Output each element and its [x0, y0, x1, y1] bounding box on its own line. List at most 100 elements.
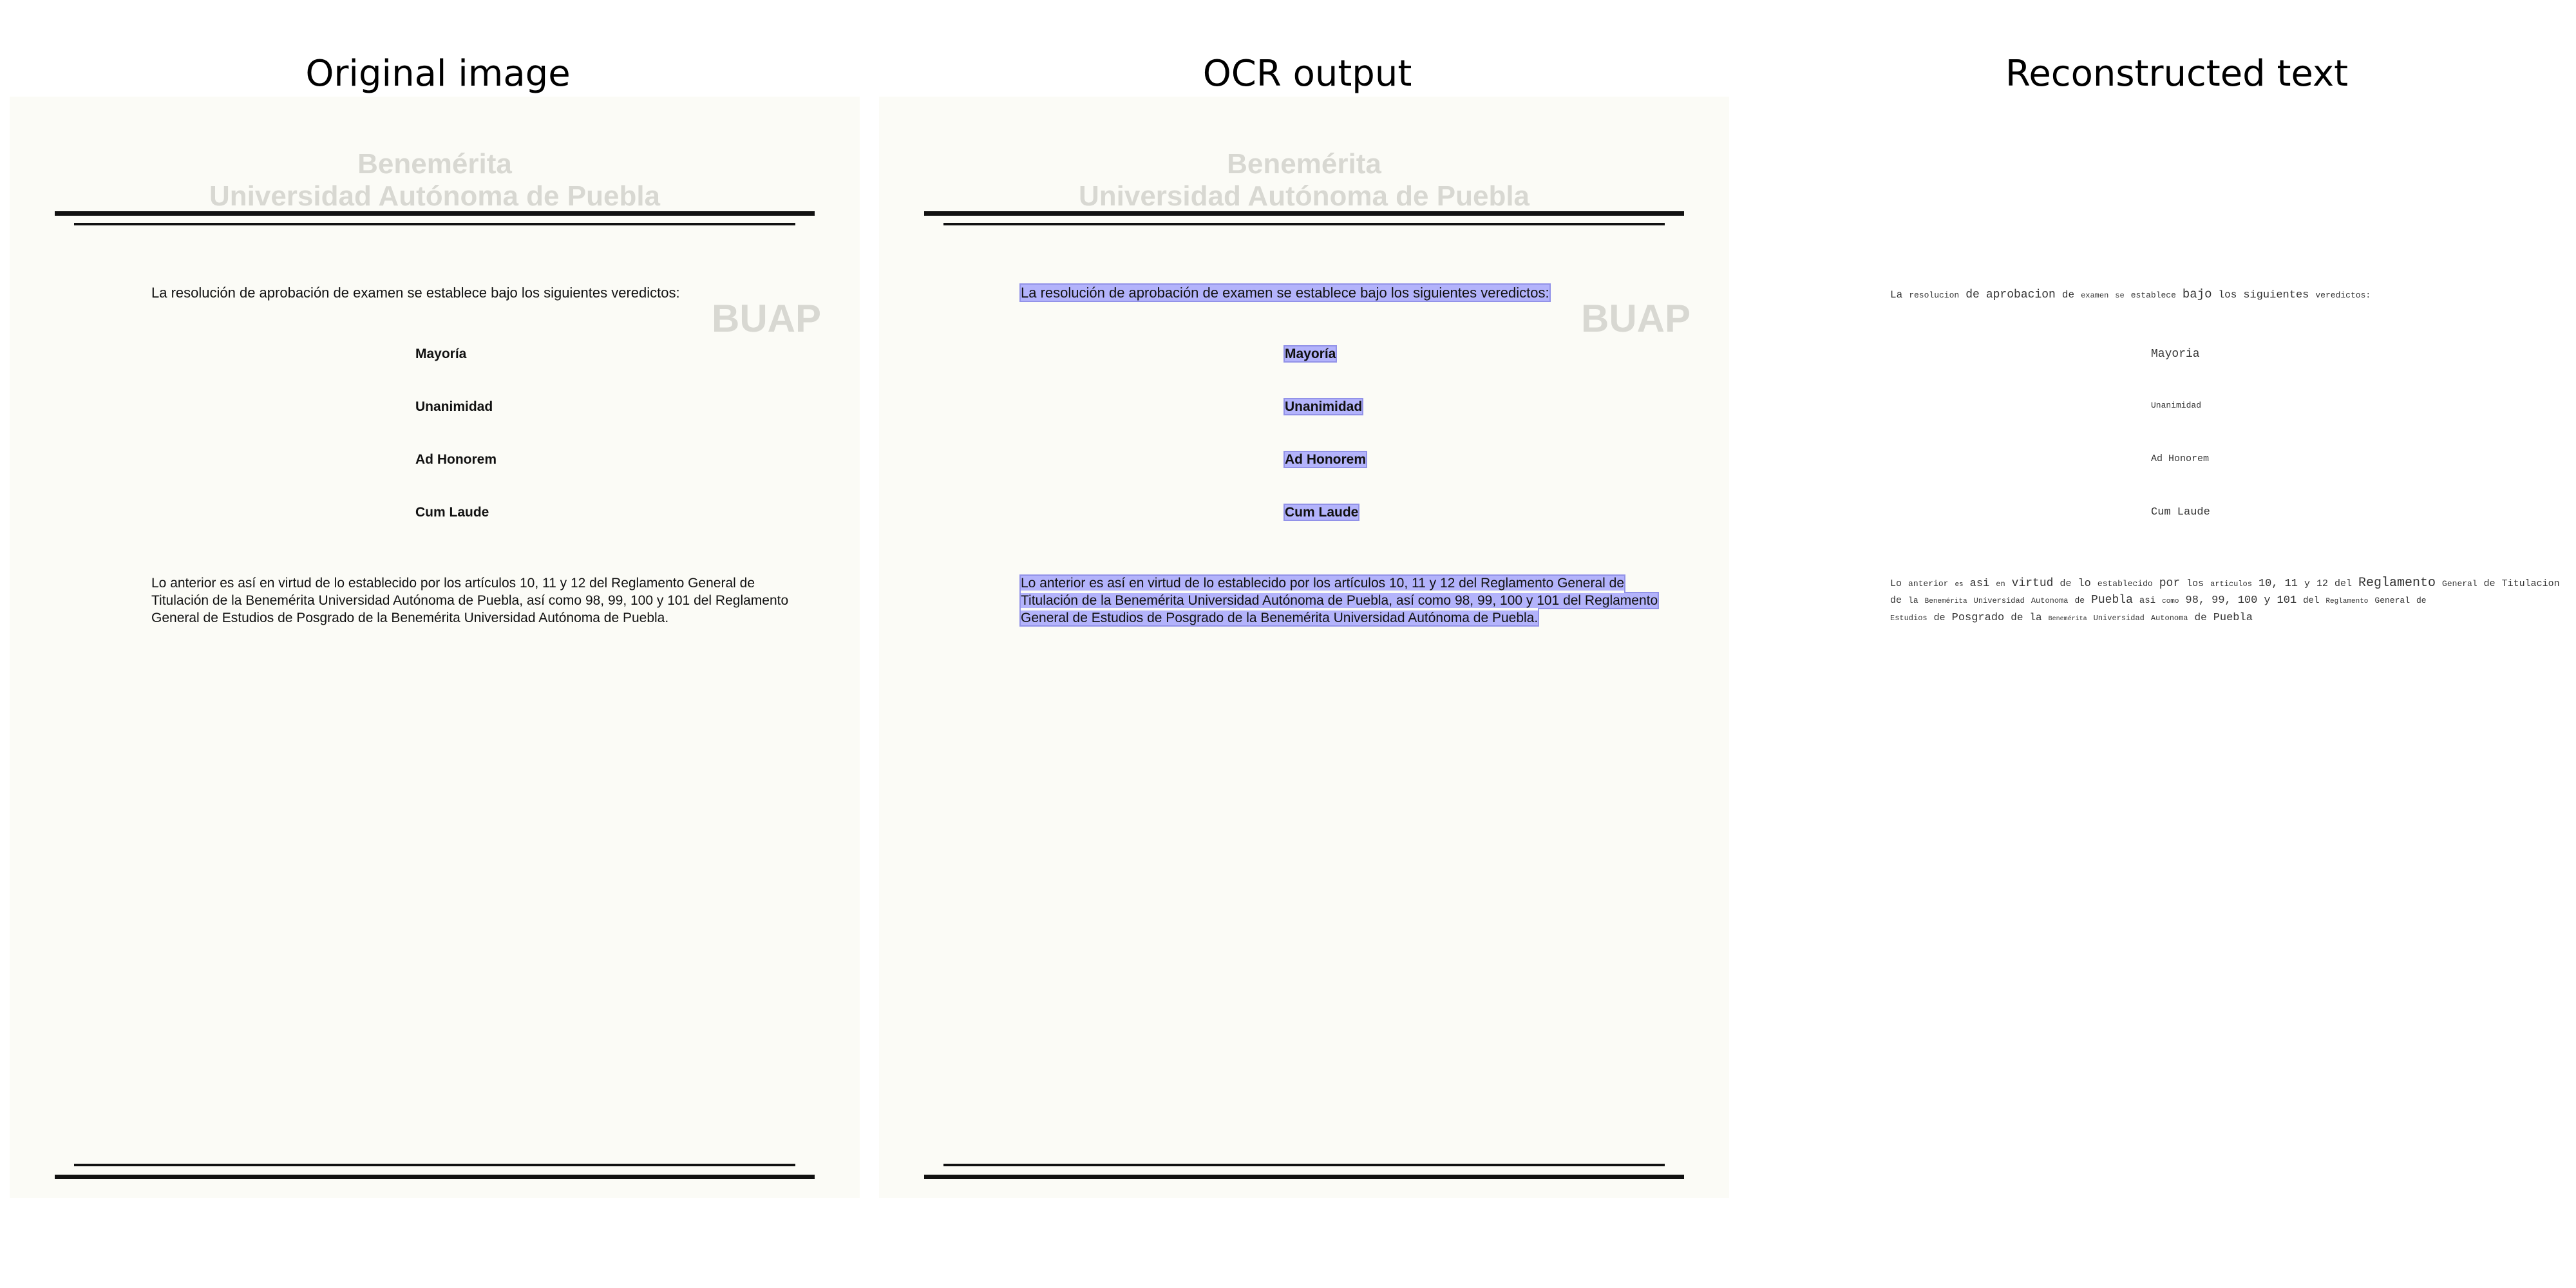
ghost-header-2: Universidad Autónoma de Puebla: [209, 180, 661, 212]
bottom-rule-thin: [943, 1164, 1665, 1166]
recon-word: resolucion: [1909, 290, 1960, 300]
recon-word: 10,: [2258, 578, 2278, 590]
recon-word: los: [2186, 578, 2204, 589]
recon-word: 11: [2284, 578, 2298, 590]
recon-word: Autonoma: [2150, 614, 2188, 623]
recon-word: Benemérita: [1924, 598, 1967, 605]
top-rule-thick: [924, 211, 1684, 216]
recon-verdict-unanimidad: Unanimidad: [2151, 401, 2202, 410]
recon-word: establecido: [2097, 579, 2153, 589]
ocr-output-title: OCR output: [1202, 53, 1412, 95]
recon-word: de: [2074, 596, 2085, 605]
ocr-box-closing: Lo anterior es así en virtud de lo estab…: [1019, 574, 1660, 627]
recon-word: asi: [2139, 596, 2156, 606]
recon-word: Autonoma: [2031, 596, 2069, 605]
recon-word: de: [2011, 612, 2023, 623]
recon-word: 12: [2316, 578, 2328, 589]
top-rule-thin: [74, 223, 795, 225]
ocr-output-panel: Benemérita Universidad Autónoma de Puebl…: [879, 97, 1729, 1198]
recon-word: virtud: [2011, 577, 2054, 590]
recon-word: de: [2060, 578, 2072, 589]
recon-word: de: [1965, 289, 1980, 301]
recon-word: Posgrado: [1951, 612, 2005, 624]
recon-verdict-mayoria: Mayoria: [2151, 348, 2200, 361]
recon-word: Estudios: [1890, 614, 1927, 623]
recon-word: del: [2303, 596, 2320, 606]
recon-word: Titulacion: [2501, 578, 2560, 589]
recon-closing-line-2: de la Benemérita Universidad Autonoma de Puebl…: [1890, 594, 2576, 607]
verdict-cum-laude: Cum Laude: [415, 505, 489, 520]
recon-verdict-ad-honorem: Ad Honorem: [2151, 453, 2210, 464]
recon-word: General: [2374, 596, 2410, 605]
recon-word: 98,: [2185, 594, 2206, 607]
ocr-box-cum-laude: Cum Laude: [1283, 504, 1360, 521]
verdict-unanimidad: Unanimidad: [415, 399, 493, 414]
bottom-rule-thick: [55, 1175, 815, 1179]
recon-word: y: [2304, 578, 2310, 589]
ocr-box-intro: La resolución de aprobación de examen se…: [1019, 283, 1551, 302]
recon-word: aprobacion: [1985, 289, 2056, 301]
ghost-logo: BUAP: [1580, 297, 1690, 340]
recon-word: articulos: [2210, 580, 2252, 589]
top-rule-thin: [943, 223, 1665, 225]
recon-word: Universidad: [1973, 596, 2025, 605]
original-image-panel: Benemérita Universidad Autónoma de Puebl…: [10, 97, 860, 1198]
recon-word: La: [1890, 289, 1903, 301]
recon-closing-line-3: Estudios de Posgrado de la Benemérita Universi…: [1890, 612, 2576, 624]
verdict-ad-honorem: Ad Honorem: [415, 452, 497, 467]
ghost-logo: BUAP: [711, 297, 821, 340]
intro-paragraph: La resolución de aprobación de examen se…: [151, 285, 680, 301]
recon-word: bajo: [2182, 287, 2212, 301]
verdict-mayoria: Mayoría: [415, 346, 467, 361]
recon-intro-line: La resolucion de aprobacion de examen se establ…: [1890, 287, 2576, 301]
recon-word: Lo: [1890, 578, 1902, 589]
ghost-header-1: Benemérita: [1227, 148, 1381, 180]
bottom-rule-thick: [924, 1175, 1684, 1179]
recon-word: los: [2218, 289, 2237, 301]
recon-word: por: [2159, 577, 2181, 590]
recon-word: se: [2115, 291, 2125, 300]
recon-word: 101: [2277, 594, 2297, 607]
recon-word: examen: [2081, 291, 2109, 300]
reconstructed-text-title: Reconstructed text: [2005, 53, 2349, 95]
reconstructed-text-panel: La resolucion de aprobacion de examen se establ…: [1748, 97, 2576, 1198]
recon-word: Puebla: [2213, 612, 2253, 624]
recon-word: Benemérita: [2048, 616, 2087, 623]
recon-word: Universidad: [2093, 614, 2145, 623]
closing-paragraph: Lo anterior es así en virtud de lo estab…: [151, 576, 789, 625]
ocr-box-mayoria: Mayoría: [1283, 345, 1338, 363]
recon-word: 100: [2237, 594, 2258, 607]
recon-verdict-cum-laude: Cum Laude: [2151, 506, 2210, 518]
recon-word: de: [2416, 596, 2427, 605]
recon-word: lo: [2078, 578, 2091, 590]
recon-word: de: [2194, 612, 2207, 623]
recon-word: siguientes: [2243, 289, 2309, 301]
recon-word: como: [2162, 598, 2179, 605]
recon-word: veredictos:: [2315, 290, 2371, 300]
recon-word: Puebla: [2091, 594, 2133, 607]
ghost-header-1: Benemérita: [357, 148, 512, 180]
recon-word: asi: [1969, 578, 1990, 590]
recon-word: Reglamento: [2325, 598, 2369, 605]
recon-word: de: [1890, 595, 1902, 606]
recon-word: General: [2442, 579, 2477, 589]
recon-word: de: [2483, 578, 2496, 589]
bottom-rule-thin: [74, 1164, 795, 1166]
ocr-box-unanimidad: Unanimidad: [1283, 398, 1364, 415]
recon-word: 99,: [2211, 594, 2231, 607]
recon-word: Reglamento: [2358, 576, 2436, 591]
recon-closing-line-1: Lo anterior es asi en virtud de lo establecido po…: [1890, 576, 2576, 591]
recon-word: de: [2061, 289, 2075, 301]
recon-word: anterior: [1908, 579, 1949, 589]
recon-word: la: [1908, 596, 1918, 605]
top-rule-thick: [55, 211, 815, 216]
recon-word: es: [1955, 581, 1964, 589]
recon-word: y: [2264, 594, 2271, 607]
recon-word: de: [1933, 612, 1946, 623]
recon-word: en: [1996, 580, 2005, 589]
recon-word: establece: [2130, 290, 2176, 300]
recon-word: la: [2029, 612, 2042, 623]
recon-word: del: [2334, 578, 2353, 589]
ocr-box-ad-honorem: Ad Honorem: [1283, 451, 1367, 468]
ghost-header-2: Universidad Autónoma de Puebla: [1078, 180, 1530, 212]
